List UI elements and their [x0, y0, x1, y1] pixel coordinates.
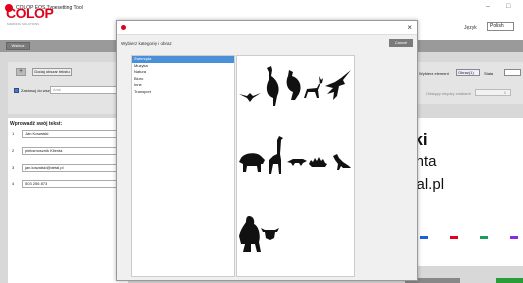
kangaroo-icon[interactable]	[331, 154, 351, 170]
color-swatch-purple[interactable]	[510, 236, 518, 239]
maximize-button[interactable]: □	[506, 3, 510, 10]
color-swatch-blue[interactable]	[420, 236, 428, 239]
hedgehog-icon[interactable]	[309, 156, 327, 168]
add-text-icon[interactable]: +	[16, 68, 26, 76]
eagle-icon[interactable]	[325, 70, 351, 100]
image-grid	[236, 55, 355, 277]
bottom-next-button[interactable]	[496, 278, 523, 283]
giraffe-icon[interactable]	[265, 136, 285, 176]
language-label: Język	[464, 25, 477, 31]
category-item-transport[interactable]: Transport	[132, 89, 234, 96]
text-input-panel	[8, 118, 128, 283]
bird-icon[interactable]	[239, 88, 261, 104]
select-element-dropdown[interactable]: Obraz(1)	[456, 69, 480, 76]
deer-icon[interactable]	[303, 76, 325, 100]
dialog-app-icon	[121, 25, 126, 30]
gorilla-icon[interactable]	[239, 216, 261, 252]
image-grid-scroll-area[interactable]	[355, 55, 415, 277]
minimize-button[interactable]: –	[486, 3, 490, 10]
color-swatch-red[interactable]	[450, 236, 458, 239]
color-swatch-green[interactable]	[480, 236, 488, 239]
title-bar: COLOP EOS Typesetting Tool – □	[0, 0, 523, 16]
text-line-input[interactable]: jan.kowalski@detal.pl	[22, 164, 122, 172]
status-label: Stała	[484, 71, 494, 76]
cancel-button[interactable]: Cancel	[389, 39, 413, 47]
select-element-label: Wybierz element	[419, 71, 449, 76]
dialog-heading: Wybierz kategorię i obraz	[121, 41, 172, 46]
char-spacing-input[interactable]: 0	[475, 89, 511, 96]
back-button[interactable]: Wstecz	[6, 42, 30, 50]
text-line-input[interactable]: 503 256 873	[22, 180, 122, 188]
text-line-input[interactable]: pieksmosznik Klienta	[22, 147, 122, 155]
apply-all-font-input[interactable]: Arial	[50, 86, 120, 94]
brand-subtitle: MARKING SOLUTIONS	[7, 22, 40, 26]
buffalo-icon[interactable]	[239, 152, 265, 172]
category-list: Zwierzęta Muzyka Natura Biuro Inne Trans…	[131, 55, 235, 277]
text-input-title: Wprowadź swój tekst:	[10, 121, 63, 127]
line-number: 3	[12, 165, 15, 170]
vulture-icon[interactable]	[283, 70, 303, 102]
bull-head-icon[interactable]	[261, 226, 279, 240]
cormorant-icon[interactable]	[263, 66, 283, 108]
brand-logo: COLOP	[6, 5, 54, 21]
line-number: 4	[12, 181, 15, 186]
image-picker-dialog: × Wybierz kategorię i obraz Cancel Zwier…	[116, 20, 418, 281]
char-spacing-label: Odstępy między znakami	[426, 91, 471, 96]
apply-all-checkbox[interactable]	[14, 88, 19, 93]
status-dropdown[interactable]	[504, 69, 521, 76]
close-icon[interactable]: ×	[407, 23, 412, 32]
dialog-title-bar: ×	[117, 21, 417, 35]
crocodile-icon[interactable]	[287, 156, 307, 166]
line-number: 2	[12, 148, 15, 153]
text-line-input[interactable]: Jan Kowalski	[22, 130, 122, 138]
line-number: 1	[12, 131, 15, 136]
add-text-area-button[interactable]: Dodaj obszar tekstu	[32, 68, 72, 76]
language-select[interactable]: Polish	[487, 22, 514, 31]
char-spacing-value: 0	[503, 90, 506, 95]
